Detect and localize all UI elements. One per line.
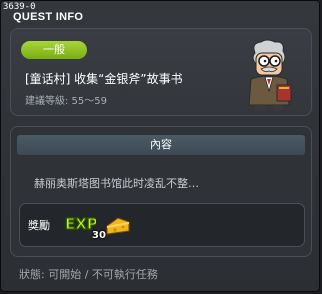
window-title: QUEST INFO	[13, 11, 84, 23]
recommended-level: 建議等級: 55～59	[25, 96, 107, 107]
quest-title: [童话村] 收集“金银斧”故事书	[25, 72, 183, 86]
quest-status: 狀態: 可開始 / 不可執行任務	[19, 268, 158, 281]
quest-details-panel: 內容 赫丽奥斯塔图书馆此时凌乱不整… 獎勵 EXP 30	[10, 126, 312, 257]
quest-type-badge: 一般	[21, 41, 87, 59]
reward-box: 獎勵 EXP 30	[19, 203, 305, 247]
reward-label: 獎勵	[28, 219, 50, 232]
content-header: 內容	[17, 135, 305, 155]
quest-description: 赫丽奥斯塔图书馆此时凌乱不整…	[34, 177, 199, 190]
npc-librarian-icon	[248, 39, 292, 110]
quest-summary-panel: 一般 [童话村] 收集“金银斧”故事书 建議等級: 55～59	[10, 28, 312, 116]
title-bar[interactable]: QUEST INFO	[1, 9, 321, 27]
quest-info-window: 3639-0 QUEST INFO 一般 [童话村] 收集“金银斧”故事书 建議…	[0, 0, 320, 292]
cheese-reward-icon[interactable]	[104, 214, 132, 236]
